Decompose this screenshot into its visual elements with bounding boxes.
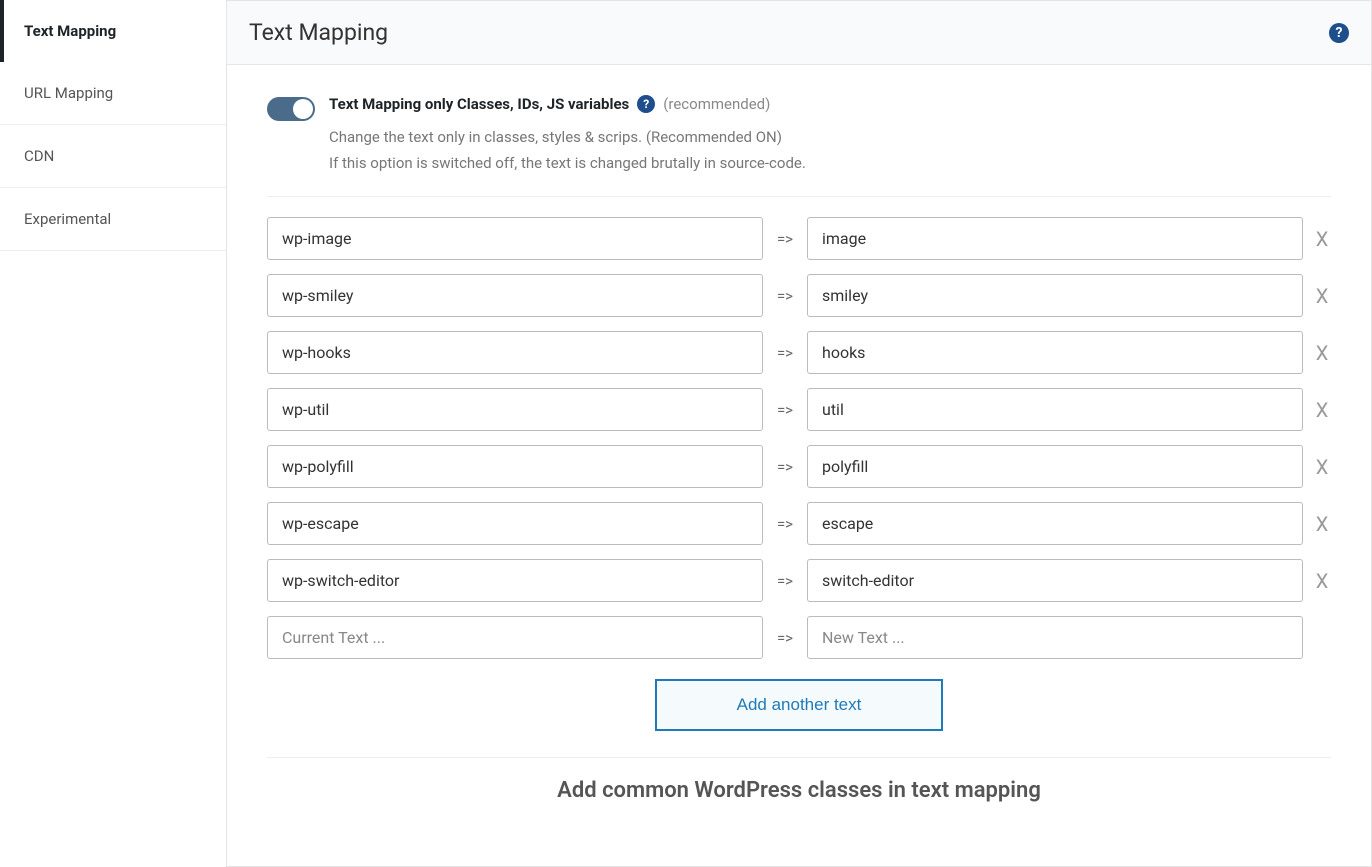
mapping-row: => X	[267, 331, 1331, 374]
sidebar-item-experimental[interactable]: Experimental	[0, 188, 226, 251]
current-text-input[interactable]	[267, 217, 763, 260]
footer-heading: Add common WordPress classes in text map…	[267, 778, 1331, 803]
arrow-icon: =>	[773, 629, 797, 647]
new-text-input[interactable]	[807, 445, 1303, 488]
sidebar-item-text-mapping[interactable]: Text Mapping	[0, 0, 226, 62]
current-text-input[interactable]	[267, 331, 763, 374]
mapping-row-empty: => X	[267, 616, 1331, 659]
toggle-knob	[293, 99, 313, 119]
arrow-icon: =>	[773, 458, 797, 476]
remove-row-button[interactable]: X	[1313, 569, 1331, 593]
mapping-row: => X	[267, 217, 1331, 260]
remove-row-button[interactable]: X	[1313, 227, 1331, 251]
remove-row-button[interactable]: X	[1313, 341, 1331, 365]
add-another-text-button[interactable]: Add another text	[655, 679, 944, 731]
add-button-wrap: Add another text	[267, 679, 1331, 731]
main-panel: Text Mapping ? Text Mapping only Classes…	[226, 0, 1372, 867]
current-text-input[interactable]	[267, 616, 763, 659]
new-text-input[interactable]	[807, 274, 1303, 317]
arrow-icon: =>	[773, 572, 797, 590]
sidebar-item-cdn[interactable]: CDN	[0, 125, 226, 188]
remove-row-button[interactable]: X	[1313, 284, 1331, 308]
panel-header: Text Mapping ?	[227, 1, 1371, 65]
divider	[267, 757, 1331, 758]
help-icon[interactable]: ?	[637, 95, 655, 113]
setting-desc-line: If this option is switched off, the text…	[329, 151, 1331, 177]
divider	[267, 196, 1331, 197]
page-title: Text Mapping	[249, 19, 388, 46]
new-text-input[interactable]	[807, 616, 1303, 659]
arrow-icon: =>	[773, 515, 797, 533]
new-text-input[interactable]	[807, 388, 1303, 431]
setting-desc-line: Change the text only in classes, styles …	[329, 125, 1331, 151]
mapping-row: => X	[267, 502, 1331, 545]
mapping-row: => X	[267, 559, 1331, 602]
mapping-row: => X	[267, 388, 1331, 431]
text-mapping-only-toggle[interactable]	[267, 97, 315, 121]
current-text-input[interactable]	[267, 502, 763, 545]
setting-label: Text Mapping only Classes, IDs, JS varia…	[329, 95, 629, 113]
mapping-row: => X	[267, 274, 1331, 317]
current-text-input[interactable]	[267, 274, 763, 317]
settings-sidebar: Text MappingURL MappingCDNExperimental	[0, 0, 226, 867]
current-text-input[interactable]	[267, 559, 763, 602]
help-icon[interactable]: ?	[1329, 23, 1349, 43]
remove-row-button[interactable]: X	[1313, 455, 1331, 479]
current-text-input[interactable]	[267, 445, 763, 488]
panel-content: Text Mapping only Classes, IDs, JS varia…	[227, 65, 1371, 833]
remove-row-button[interactable]: X	[1313, 398, 1331, 422]
setting-toggle-row: Text Mapping only Classes, IDs, JS varia…	[267, 95, 1331, 176]
arrow-icon: =>	[773, 401, 797, 419]
arrow-icon: =>	[773, 230, 797, 248]
new-text-input[interactable]	[807, 217, 1303, 260]
sidebar-item-url-mapping[interactable]: URL Mapping	[0, 62, 226, 125]
arrow-icon: =>	[773, 287, 797, 305]
new-text-input[interactable]	[807, 502, 1303, 545]
arrow-icon: =>	[773, 344, 797, 362]
new-text-input[interactable]	[807, 331, 1303, 374]
remove-row-button[interactable]: X	[1313, 512, 1331, 536]
setting-recommended: (recommended)	[663, 95, 770, 113]
current-text-input[interactable]	[267, 388, 763, 431]
new-text-input[interactable]	[807, 559, 1303, 602]
setting-text: Text Mapping only Classes, IDs, JS varia…	[329, 95, 1331, 176]
setting-description: Change the text only in classes, styles …	[329, 125, 1331, 176]
mapping-row: => X	[267, 445, 1331, 488]
setting-label-row: Text Mapping only Classes, IDs, JS varia…	[329, 95, 770, 113]
